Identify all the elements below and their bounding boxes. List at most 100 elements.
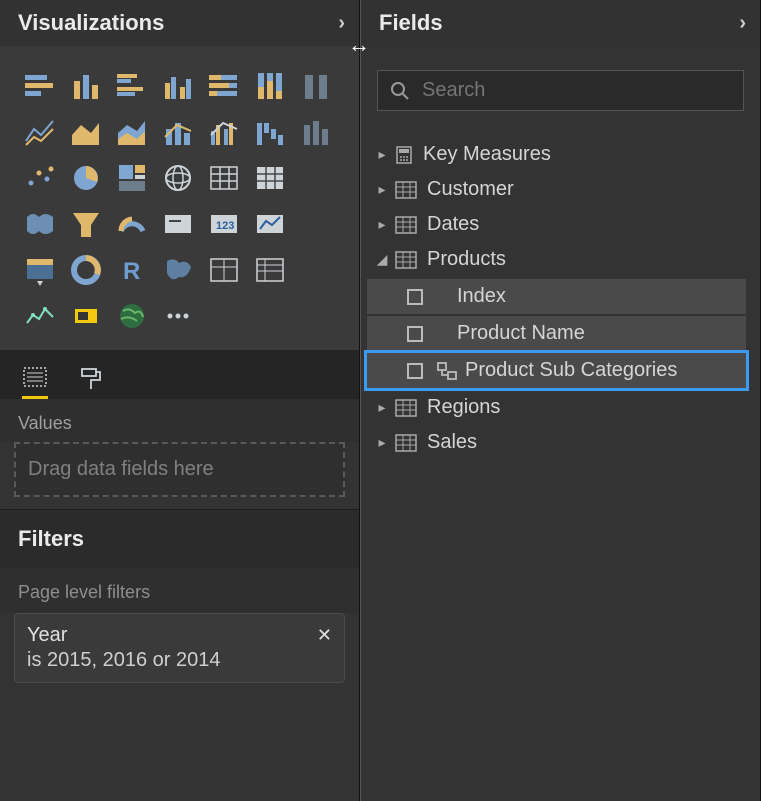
fields-panel: Fields › ▸ Key Measures ▸ Customer ▸ bbox=[360, 0, 761, 801]
caret-right-icon: ▸ bbox=[373, 216, 391, 233]
viz-clustered-column-icon[interactable] bbox=[158, 66, 198, 106]
viz-blank2-icon bbox=[296, 204, 336, 244]
visualizations-panel: Visualizations › bbox=[0, 0, 360, 801]
format-tab[interactable] bbox=[78, 356, 104, 399]
table-icon bbox=[395, 216, 417, 234]
filter-card-year[interactable]: Year ✕ is 2015, 2016 or 2014 bbox=[14, 613, 345, 683]
viz-matrix-icon[interactable] bbox=[250, 158, 290, 198]
viz-donut-icon[interactable] bbox=[66, 250, 106, 290]
viz-line-stacked-column-icon[interactable] bbox=[158, 112, 198, 152]
viz-table2-icon[interactable] bbox=[204, 250, 244, 290]
field-label: Product Name bbox=[457, 322, 585, 345]
field-label: Index bbox=[457, 285, 506, 308]
field-label: Product Sub Categories bbox=[465, 359, 677, 382]
field-index[interactable]: Index bbox=[367, 279, 746, 314]
viz-multi-card-icon[interactable]: 123 bbox=[204, 204, 244, 244]
viz-globe-icon[interactable] bbox=[158, 158, 198, 198]
paint-roller-icon bbox=[78, 366, 104, 392]
viz-config-tabs bbox=[0, 350, 359, 399]
checkbox-icon[interactable] bbox=[407, 326, 423, 342]
fields-header: Fields › bbox=[361, 0, 760, 46]
checkbox-icon[interactable] bbox=[407, 289, 423, 305]
visualizations-collapse-icon[interactable]: › bbox=[338, 12, 345, 35]
table-label: Key Measures bbox=[423, 143, 551, 166]
viz-card-icon[interactable] bbox=[158, 204, 198, 244]
viz-key-influencers-icon[interactable] bbox=[20, 296, 60, 336]
fields-tab[interactable] bbox=[22, 356, 48, 399]
table-label: Sales bbox=[427, 431, 477, 454]
caret-right-icon: ▸ bbox=[373, 181, 391, 198]
calculator-icon bbox=[395, 146, 413, 164]
viz-area-icon[interactable] bbox=[66, 112, 106, 152]
viz-matrix2-icon[interactable] bbox=[250, 250, 290, 290]
values-label: Values bbox=[0, 399, 359, 442]
viz-line-icon[interactable] bbox=[20, 112, 60, 152]
hierarchy-icon bbox=[437, 362, 457, 380]
search-input-wrap[interactable] bbox=[377, 70, 744, 111]
viz-filled-map-icon[interactable] bbox=[20, 204, 60, 244]
viz-scatter2-icon[interactable] bbox=[20, 158, 60, 198]
caret-down-icon: ◢ bbox=[373, 251, 391, 268]
fields-tab-icon bbox=[22, 364, 48, 390]
viz-line-clustered-column-icon[interactable] bbox=[204, 112, 244, 152]
table-icon bbox=[395, 434, 417, 452]
field-product-sub-categories[interactable]: Product Sub Categories bbox=[367, 353, 746, 388]
viz-stacked-column-icon[interactable] bbox=[66, 66, 106, 106]
viz-blank3-icon bbox=[296, 250, 336, 290]
table-label: Products bbox=[427, 248, 506, 271]
field-tree: ▸ Key Measures ▸ Customer ▸ Dates ◢ Prod… bbox=[361, 129, 760, 460]
table-label: Dates bbox=[427, 213, 479, 236]
fields-collapse-icon[interactable]: › bbox=[739, 12, 746, 35]
viz-kpi-icon[interactable] bbox=[250, 204, 290, 244]
viz-treemap-icon[interactable] bbox=[112, 158, 152, 198]
viz-scatter-icon[interactable] bbox=[296, 112, 336, 152]
table-dates[interactable]: ▸ Dates bbox=[367, 207, 752, 242]
viz-slicer-icon[interactable] bbox=[20, 250, 60, 290]
remove-filter-icon[interactable]: ✕ bbox=[317, 625, 332, 646]
search-icon bbox=[390, 81, 410, 101]
filter-field-name: Year bbox=[27, 624, 67, 647]
viz-funnel-icon[interactable] bbox=[66, 204, 106, 244]
visualization-type-grid: 123 R bbox=[0, 46, 359, 350]
fields-title: Fields bbox=[379, 10, 443, 36]
viz-blank-icon bbox=[296, 158, 336, 198]
viz-stacked-area-icon[interactable] bbox=[112, 112, 152, 152]
viz-ribbon-icon[interactable] bbox=[296, 66, 336, 106]
table-icon bbox=[395, 181, 417, 199]
caret-right-icon: ▸ bbox=[373, 434, 391, 451]
viz-pie-icon[interactable] bbox=[66, 158, 106, 198]
table-label: Customer bbox=[427, 178, 514, 201]
viz-clustered-bar-icon[interactable] bbox=[112, 66, 152, 106]
values-dropzone[interactable]: Drag data fields here bbox=[14, 442, 345, 497]
viz-stacked-bar-icon[interactable] bbox=[20, 66, 60, 106]
checkbox-icon[interactable] bbox=[407, 363, 423, 379]
visualizations-title: Visualizations bbox=[18, 10, 164, 36]
table-customer[interactable]: ▸ Customer bbox=[367, 172, 752, 207]
page-level-filters-label: Page level filters bbox=[0, 568, 359, 613]
viz-gauge-icon[interactable] bbox=[112, 204, 152, 244]
viz-100-stacked-bar-icon[interactable] bbox=[204, 66, 244, 106]
search-input[interactable] bbox=[422, 79, 731, 102]
table-icon bbox=[395, 251, 417, 269]
viz-decomposition-icon[interactable] bbox=[66, 296, 106, 336]
viz-r-visual-icon[interactable]: R bbox=[112, 250, 152, 290]
viz-waterfall-icon[interactable] bbox=[250, 112, 290, 152]
viz-more-icon[interactable] bbox=[158, 296, 198, 336]
viz-arcgis-icon[interactable] bbox=[112, 296, 152, 336]
svg-text:R: R bbox=[123, 258, 140, 285]
table-sales[interactable]: ▸ Sales bbox=[367, 425, 752, 460]
field-product-name[interactable]: Product Name bbox=[367, 316, 746, 351]
table-label: Regions bbox=[427, 396, 500, 419]
caret-right-icon: ▸ bbox=[373, 399, 391, 416]
table-icon bbox=[395, 399, 417, 417]
viz-100-stacked-column-icon[interactable] bbox=[250, 66, 290, 106]
viz-shape-map-icon[interactable] bbox=[158, 250, 198, 290]
visualizations-header: Visualizations › bbox=[0, 0, 359, 46]
table-regions[interactable]: ▸ Regions bbox=[367, 390, 752, 425]
table-products[interactable]: ◢ Products bbox=[367, 242, 752, 277]
table-key-measures[interactable]: ▸ Key Measures bbox=[367, 137, 752, 172]
svg-text:123: 123 bbox=[216, 220, 234, 232]
viz-table-icon[interactable] bbox=[204, 158, 244, 198]
filter-summary: is 2015, 2016 or 2014 bbox=[27, 647, 332, 672]
filters-header: Filters bbox=[0, 509, 359, 568]
